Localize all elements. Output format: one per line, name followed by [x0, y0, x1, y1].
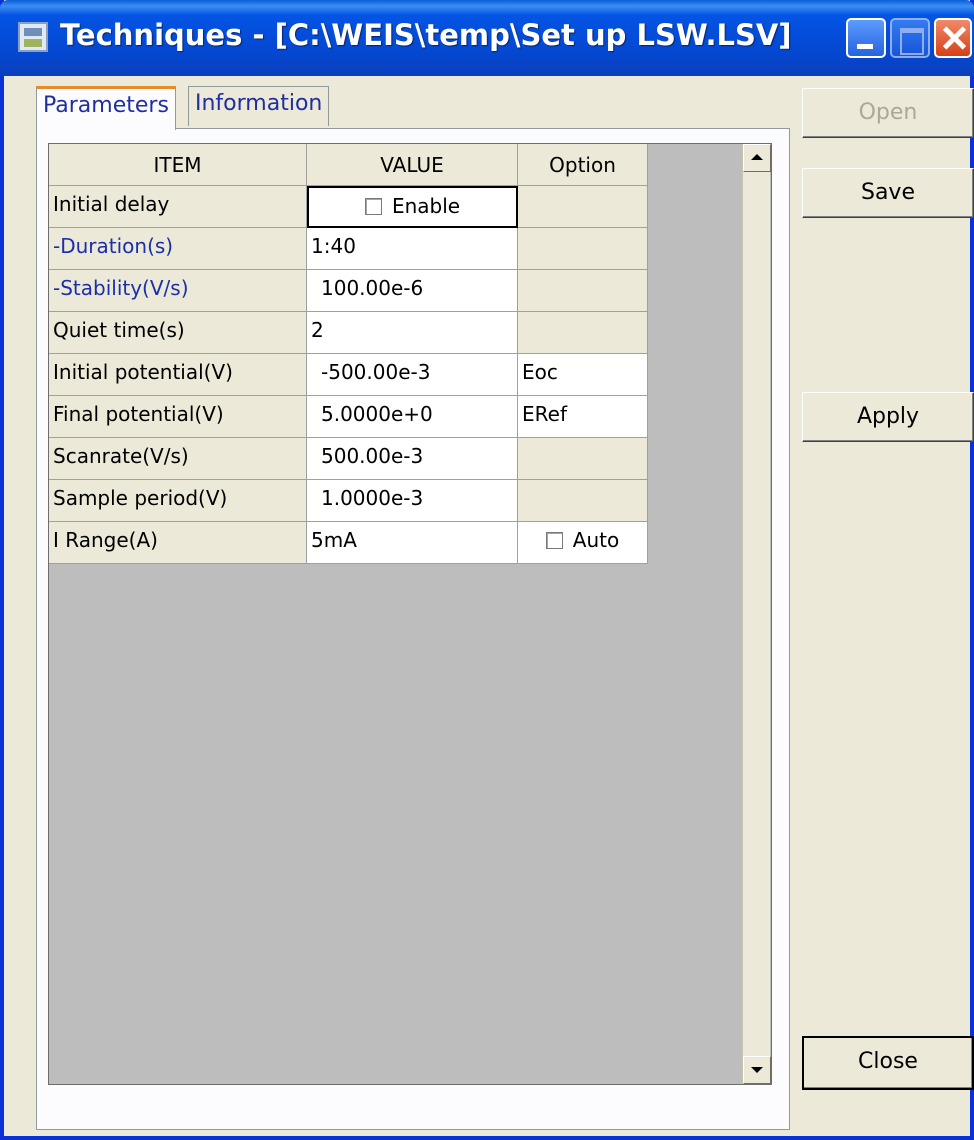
column-header-value[interactable]: VALUE	[307, 144, 518, 186]
scroll-down-arrow-icon[interactable]	[743, 1056, 771, 1084]
parameter-grid: ITEM VALUE Option Initial delay Enable -…	[48, 143, 772, 1085]
item-cell: Initial potential(V)	[49, 354, 307, 396]
sample-period-value-input[interactable]: 1.0000e-3	[307, 480, 518, 522]
initial-delay-enable-checkbox[interactable]: Enable	[307, 186, 518, 228]
save-button[interactable]: Save	[802, 168, 974, 218]
minimize-button[interactable]	[846, 18, 886, 58]
checkbox-icon[interactable]	[364, 198, 382, 215]
item-cell: Quiet time(s)	[49, 312, 307, 354]
vertical-scrollbar[interactable]	[742, 144, 771, 1084]
column-header-item[interactable]: ITEM	[49, 144, 307, 186]
tab-parameters[interactable]: Parameters	[36, 86, 176, 130]
option-cell	[518, 228, 648, 270]
scroll-up-arrow-icon[interactable]	[743, 144, 771, 172]
scanrate-value-input[interactable]: 500.00e-3	[307, 438, 518, 480]
tab-information[interactable]: Information	[188, 86, 330, 126]
item-cell: Final potential(V)	[49, 396, 307, 438]
item-cell: -Duration(s)	[49, 228, 307, 270]
app-icon	[18, 22, 48, 52]
open-button[interactable]: Open	[802, 88, 974, 138]
quiet-time-value-input[interactable]: 2	[307, 312, 518, 354]
final-potential-option[interactable]: ERef	[518, 396, 648, 438]
i-range-auto-checkbox[interactable]: Auto	[518, 522, 648, 564]
item-cell: I Range(A)	[49, 522, 307, 564]
option-cell	[518, 480, 648, 522]
option-cell	[518, 312, 648, 354]
item-cell: Sample period(V)	[49, 480, 307, 522]
window-title: Techniques - [C:\WEIS\temp\Set up LSW.LS…	[60, 18, 792, 52]
final-potential-value-input[interactable]: 5.0000e+0	[307, 396, 518, 438]
maximize-button[interactable]	[890, 18, 930, 58]
option-cell	[518, 438, 648, 480]
column-header-option[interactable]: Option	[518, 144, 648, 186]
item-cell: -Stability(V/s)	[49, 270, 307, 312]
option-cell	[518, 270, 648, 312]
i-range-value-input[interactable]: 5mA	[307, 522, 518, 564]
close-window-button[interactable]	[934, 18, 972, 58]
duration-value-input[interactable]: 1:40	[307, 228, 518, 270]
initial-potential-value-input[interactable]: -500.00e-3	[307, 354, 518, 396]
option-cell	[518, 186, 648, 228]
auto-label: Auto	[572, 528, 620, 552]
checkbox-icon[interactable]	[545, 532, 563, 549]
enable-label: Enable	[391, 194, 461, 218]
item-cell: Scanrate(V/s)	[49, 438, 307, 480]
initial-potential-option[interactable]: Eoc	[518, 354, 648, 396]
stability-value-input[interactable]: 100.00e-6	[307, 270, 518, 312]
close-button[interactable]: Close	[802, 1036, 974, 1090]
title-bar[interactable]: Techniques - [C:\WEIS\temp\Set up LSW.LS…	[0, 0, 974, 76]
apply-button[interactable]: Apply	[802, 392, 974, 442]
item-cell: Initial delay	[49, 186, 307, 228]
